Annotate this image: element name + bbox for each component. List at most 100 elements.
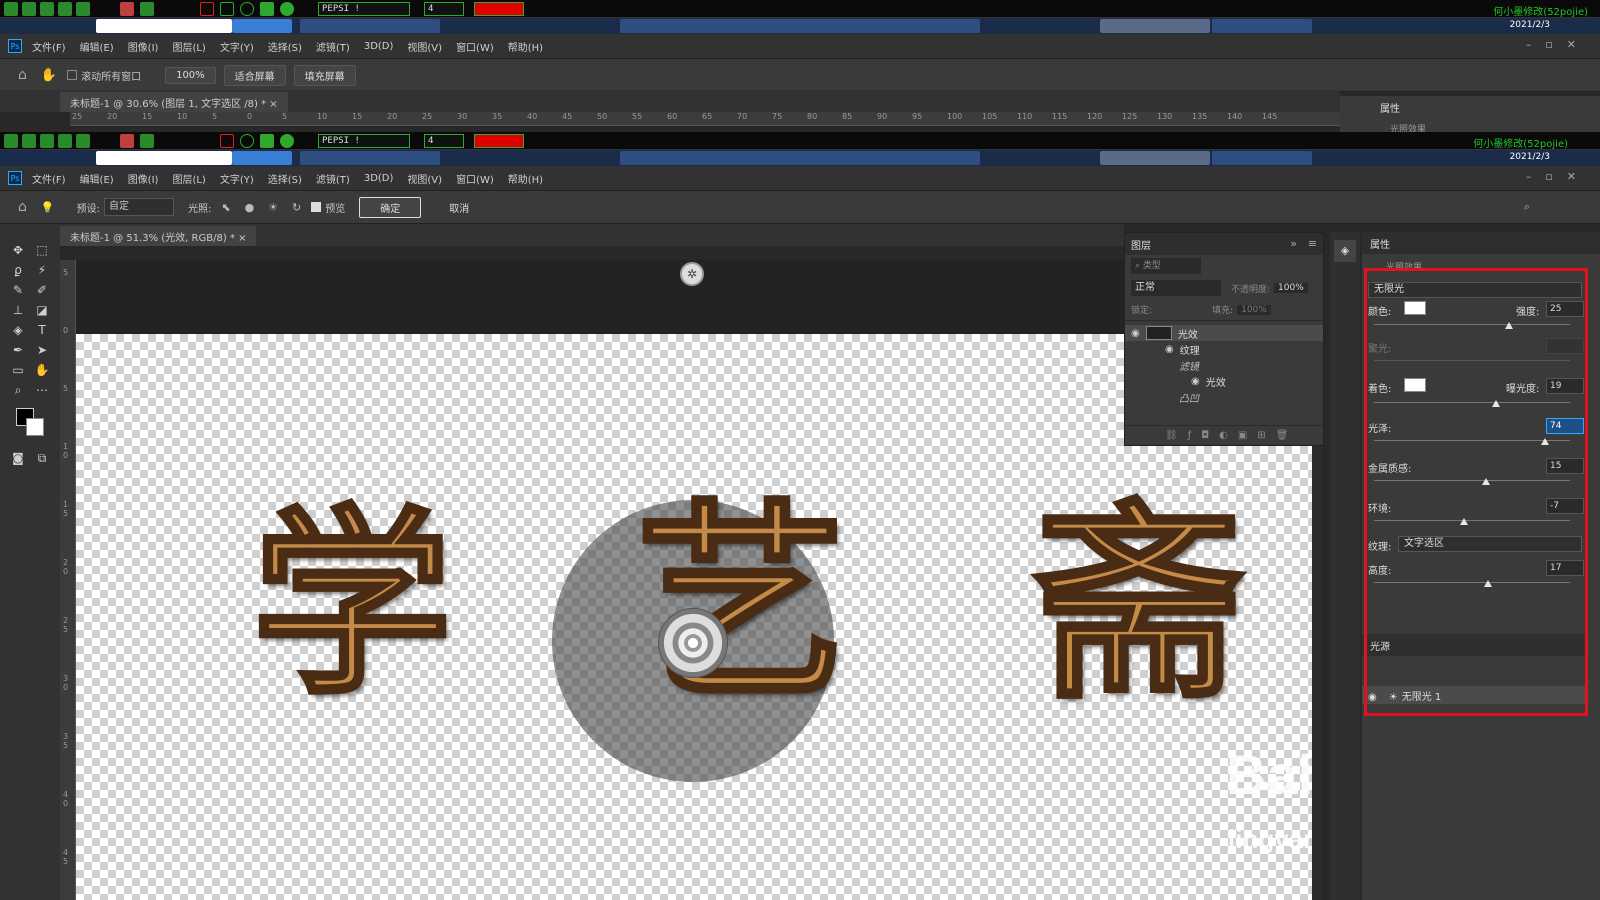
circle-icon[interactable]	[240, 2, 254, 16]
hand-tool-icon[interactable]: ✋	[30, 360, 54, 380]
pen-icon[interactable]	[140, 2, 154, 16]
menu-view[interactable]: 视图(V)	[407, 39, 442, 54]
annotation-tool-icon[interactable]	[76, 2, 90, 16]
visibility-eye-icon[interactable]: ◉	[1191, 376, 1200, 387]
menu-help[interactable]: 帮助(H)	[508, 171, 543, 186]
menu-window[interactable]: 窗口(W)	[456, 39, 494, 54]
rectangle-icon[interactable]	[220, 134, 234, 148]
path-select-icon[interactable]: ➤	[30, 340, 54, 360]
annotation-tool-icon[interactable]	[4, 134, 18, 148]
screen-mode-icon[interactable]: ⧉	[30, 448, 54, 468]
eraser-icon[interactable]	[120, 134, 134, 148]
menu-type[interactable]: 文字(Y)	[220, 39, 254, 54]
visibility-eye-icon[interactable]: ◉	[1131, 328, 1140, 339]
visibility-eye-icon[interactable]: ◉	[1165, 344, 1174, 355]
document-tab[interactable]: 未标题-1 @ 30.6% (图层 1, 文字选区 /8) * ×	[60, 92, 288, 112]
layers-dock-icon[interactable]: ◈	[1334, 240, 1356, 262]
layer-row[interactable]: ◉ 光效	[1125, 373, 1323, 389]
pen-icon[interactable]	[140, 134, 154, 148]
collapse-icon[interactable]: »	[1290, 237, 1297, 250]
menu-help[interactable]: 帮助(H)	[508, 39, 543, 54]
layer-filter-select[interactable]: ⌕ 类型	[1131, 258, 1201, 274]
reset-icon[interactable]: ↻	[292, 201, 301, 214]
preset-select[interactable]: 自定	[103, 198, 174, 216]
layer-row[interactable]: 凸凹	[1125, 389, 1323, 405]
document-tab[interactable]: 未标题-1 @ 51.3% (光效, RGB/8) * ×	[60, 226, 257, 246]
annotation-tool-icon[interactable]	[40, 134, 54, 148]
font-select[interactable]: PEPSI !	[318, 2, 410, 16]
layers-tab[interactable]: 图层	[1131, 237, 1151, 252]
brush-icon[interactable]: ✐	[30, 280, 54, 300]
menu-image[interactable]: 图像(I)	[128, 171, 159, 186]
light-direction-handle-icon[interactable]: ✲	[680, 262, 704, 286]
bucket-icon[interactable]: ◈	[6, 320, 30, 340]
square-icon[interactable]	[220, 2, 234, 16]
menu-layer[interactable]: 图层(L)	[172, 171, 205, 186]
layer-row[interactable]: ◉ 纹理	[1125, 341, 1323, 357]
more-tools-icon[interactable]: ⋯	[30, 380, 54, 400]
ok-button[interactable]: 确定	[359, 196, 422, 218]
quick-mask-icon[interactable]: ◙	[6, 448, 30, 468]
filled-circle-icon[interactable]	[280, 134, 294, 148]
color-select[interactable]	[474, 2, 524, 16]
blend-mode-select[interactable]: 正常	[1131, 280, 1221, 296]
menu-edit[interactable]: 编辑(E)	[80, 39, 114, 54]
magic-wand-icon[interactable]: ⚡	[30, 260, 54, 280]
background-color[interactable]	[26, 418, 44, 436]
filled-rect-icon[interactable]	[260, 134, 274, 148]
home-icon[interactable]: ⌂	[18, 67, 27, 83]
zoom-field[interactable]: 100%	[165, 66, 216, 84]
size-select[interactable]: 4	[424, 134, 464, 148]
panel-menu-icon[interactable]: ≡	[1308, 237, 1317, 250]
size-select[interactable]: 4	[424, 2, 464, 16]
filled-circle-icon[interactable]	[280, 2, 294, 16]
point-light-icon[interactable]: ●	[245, 201, 255, 214]
preview-checkbox[interactable]	[311, 202, 322, 212]
menu-3d[interactable]: 3D(D)	[364, 173, 394, 184]
menu-view[interactable]: 视图(V)	[407, 171, 442, 186]
type-tool-icon[interactable]: T	[30, 320, 54, 340]
annotation-tool-icon[interactable]	[40, 2, 54, 16]
menu-filter[interactable]: 滤镜(T)	[316, 39, 350, 54]
eraser-tool-icon[interactable]: ◪	[30, 300, 54, 320]
light-handle-icon[interactable]	[658, 608, 728, 678]
rectangle-icon[interactable]	[200, 2, 214, 16]
menu-layer[interactable]: 图层(L)	[172, 39, 205, 54]
menu-file[interactable]: 文件(F)	[32, 171, 66, 186]
hand-icon[interactable]: ✋	[41, 68, 57, 83]
home-icon[interactable]: ⌂	[18, 199, 27, 215]
search-icon[interactable]: ⌕	[1524, 200, 1530, 214]
color-select[interactable]	[474, 134, 524, 148]
zoom-tool-icon[interactable]: ⌕	[6, 380, 30, 400]
fill-screen-button[interactable]: 填充屏幕	[293, 64, 356, 86]
font-select[interactable]: PEPSI !	[318, 134, 410, 148]
stamp-icon[interactable]: ⊥	[6, 300, 30, 320]
annotation-tool-icon[interactable]	[22, 2, 36, 16]
menu-select[interactable]: 选择(S)	[268, 171, 302, 186]
annotation-tool-icon[interactable]	[4, 2, 18, 16]
layer-row[interactable]: 滤镜	[1125, 357, 1323, 373]
spot-light-icon[interactable]: ⬉	[221, 201, 230, 214]
filled-rect-icon[interactable]	[260, 2, 274, 16]
shape-tool-icon[interactable]: ▭	[6, 360, 30, 380]
opacity-field[interactable]: 100%	[1274, 283, 1308, 293]
menu-window[interactable]: 窗口(W)	[456, 171, 494, 186]
properties-tab[interactable]: 属性	[1362, 232, 1600, 254]
annotation-tool-icon[interactable]	[58, 2, 72, 16]
cancel-button[interactable]: 取消	[429, 198, 489, 217]
menu-3d[interactable]: 3D(D)	[364, 41, 394, 52]
annotation-tool-icon[interactable]	[58, 134, 72, 148]
menu-filter[interactable]: 滤镜(T)	[316, 171, 350, 186]
annotation-tool-icon[interactable]	[22, 134, 36, 148]
lasso-tool-icon[interactable]: ϼ	[6, 260, 30, 280]
window-controls[interactable]: –▫✕	[1526, 38, 1590, 51]
eyedropper-icon[interactable]: ✎	[6, 280, 30, 300]
annotation-tool-icon[interactable]	[76, 134, 90, 148]
window-controls[interactable]: –▫✕	[1526, 170, 1590, 183]
layer-actions-bar[interactable]: ⛓ƒ◘◐▣⊞🗑	[1125, 425, 1323, 445]
fill-field[interactable]: 100%	[1237, 304, 1271, 315]
menu-select[interactable]: 选择(S)	[268, 39, 302, 54]
fit-screen-button[interactable]: 适合屏幕	[223, 64, 286, 86]
layer-row[interactable]: ◉ 光效	[1125, 325, 1323, 341]
eraser-icon[interactable]	[120, 2, 134, 16]
